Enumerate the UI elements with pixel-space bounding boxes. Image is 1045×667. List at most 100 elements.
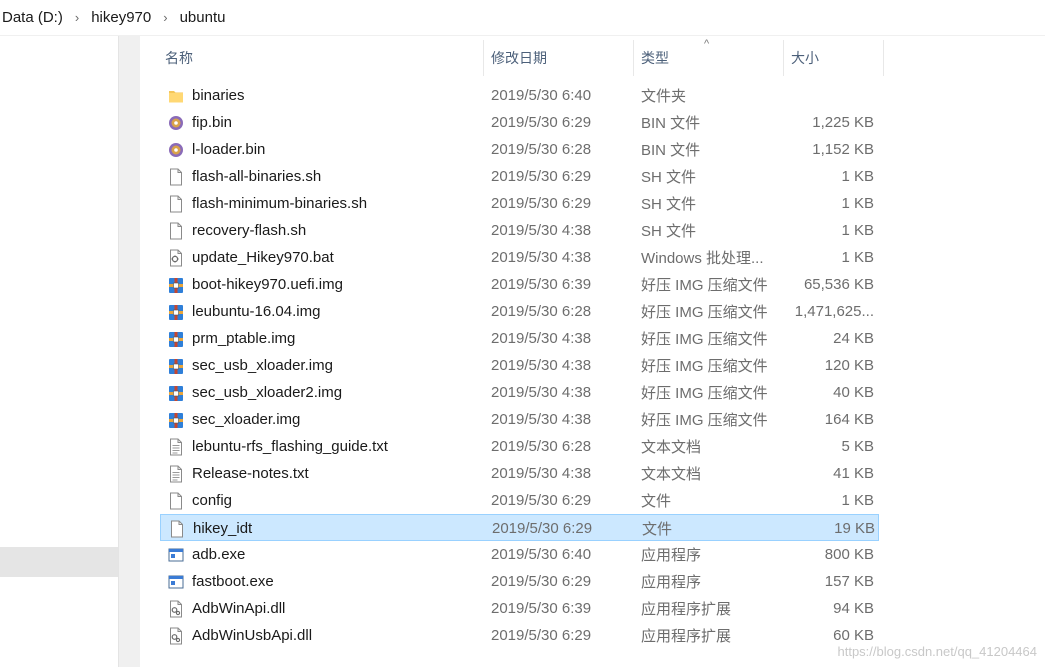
disc-image-icon: [166, 109, 186, 136]
file-type: 文件: [641, 493, 672, 510]
file-row[interactable]: flash-minimum-binaries.sh 2019/5/30 6:29 S…: [160, 190, 879, 217]
file-type: 好压 IMG 压缩文件: [641, 277, 768, 294]
file-size: 1 KB: [841, 222, 874, 239]
file-name: Release-notes.txt: [192, 465, 309, 482]
file-row[interactable]: prm_ptable.img 2019/5/30 4:38 好压 IMG 压缩文件 2…: [160, 325, 879, 352]
blank-file-icon: [166, 487, 186, 514]
file-date-modified: 2019/5/30 4:38: [491, 465, 592, 482]
file-date-modified: 2019/5/30 6:39: [491, 600, 592, 617]
file-type: 好压 IMG 压缩文件: [641, 331, 768, 348]
blank-file-icon: [166, 163, 186, 190]
sort-indicator-icon: ^: [704, 38, 710, 50]
disc-image-icon: [166, 136, 186, 163]
file-size: 120 KB: [824, 357, 874, 374]
file-date-modified: 2019/5/30 6:29: [491, 114, 592, 131]
file-name: config: [192, 492, 233, 509]
file-type: 好压 IMG 压缩文件: [641, 358, 768, 375]
file-size: 1 KB: [841, 195, 874, 212]
file-row[interactable]: fastboot.exe 2019/5/30 6:29 应用程序 157 KB: [160, 568, 879, 595]
file-size: 1,152 KB: [812, 141, 874, 158]
navigation-pane[interactable]: [0, 36, 118, 667]
archive-icon: [166, 352, 186, 379]
file-name: sec_xloader.img: [192, 411, 301, 428]
file-row[interactable]: boot-hikey970.uefi.img 2019/5/30 6:39 好压 I…: [160, 271, 879, 298]
column-header-name[interactable]: 名称: [158, 40, 484, 76]
blank-file-icon: [166, 190, 186, 217]
file-row[interactable]: AdbWinApi.dll 2019/5/30 6:39 应用程序扩展 94 KB: [160, 595, 879, 622]
file-type: 应用程序: [641, 574, 702, 591]
file-name: AdbWinUsbApi.dll: [192, 627, 313, 644]
file-row[interactable]: sec_xloader.img 2019/5/30 4:38 好压 IMG 压缩文件…: [160, 406, 879, 433]
file-date-modified: 2019/5/30 6:29: [491, 195, 592, 212]
blank-file-icon: [167, 515, 187, 542]
file-name: lebuntu-rfs_flashing_guide.txt: [192, 438, 388, 455]
file-row[interactable]: update_Hikey970.bat 2019/5/30 4:38 Windows…: [160, 244, 879, 271]
file-row[interactable]: sec_usb_xloader2.img 2019/5/30 4:38 好压 IMG…: [160, 379, 879, 406]
column-header-date[interactable]: 修改日期: [484, 40, 634, 76]
file-size: 24 KB: [833, 330, 874, 347]
chevron-right-icon[interactable]: ›: [163, 10, 167, 25]
file-row[interactable]: flash-all-binaries.sh 2019/5/30 6:29 SH 文件…: [160, 163, 879, 190]
file-date-modified: 2019/5/30 6:29: [491, 573, 592, 590]
file-name: flash-all-binaries.sh: [192, 168, 322, 185]
archive-icon: [166, 271, 186, 298]
file-name: prm_ptable.img: [192, 330, 296, 347]
breadcrumb-folder-hikey970[interactable]: hikey970: [89, 9, 153, 26]
file-size: 1 KB: [841, 249, 874, 266]
file-name: sec_usb_xloader2.img: [192, 384, 343, 401]
file-name: fip.bin: [192, 114, 233, 131]
file-date-modified: 2019/5/30 4:38: [491, 357, 592, 374]
file-row[interactable]: leubuntu-16.04.img 2019/5/30 6:28 好压 IMG 压…: [160, 298, 879, 325]
file-size: 40 KB: [833, 384, 874, 401]
file-name: update_Hikey970.bat: [192, 249, 334, 266]
file-name: l-loader.bin: [192, 141, 266, 158]
file-row[interactable]: l-loader.bin 2019/5/30 6:28 BIN 文件 1,152 KB: [160, 136, 879, 163]
file-row[interactable]: config 2019/5/30 6:29 文件 1 KB: [160, 487, 879, 514]
file-row[interactable]: lebuntu-rfs_flashing_guide.txt 2019/5/30 …: [160, 433, 879, 460]
file-name: sec_usb_xloader.img: [192, 357, 333, 374]
file-row[interactable]: Release-notes.txt 2019/5/30 4:38 文本文档 41 KB: [160, 460, 879, 487]
exe-icon: [166, 568, 186, 595]
archive-icon: [166, 379, 186, 406]
file-row[interactable]: hikey_idt 2019/5/30 6:29 文件 19 KB: [160, 514, 879, 541]
column-header-row: 名称 修改日期 类型 大小 ^: [158, 38, 888, 76]
chevron-right-icon[interactable]: ›: [75, 10, 79, 25]
file-type: BIN 文件: [641, 142, 701, 159]
file-date-modified: 2019/5/30 4:38: [491, 222, 592, 239]
breadcrumb-drive[interactable]: Data (D:): [0, 9, 65, 26]
file-type: BIN 文件: [641, 115, 701, 132]
file-row[interactable]: sec_usb_xloader.img 2019/5/30 4:38 好压 IMG …: [160, 352, 879, 379]
file-size: 164 KB: [824, 411, 874, 428]
file-date-modified: 2019/5/30 4:38: [491, 330, 592, 347]
breadcrumb-folder-ubuntu[interactable]: ubuntu: [178, 9, 228, 26]
navigation-scrollbar[interactable]: [118, 36, 140, 667]
file-type: 文本文档: [641, 466, 702, 483]
file-size: 1,225 KB: [812, 114, 874, 131]
file-row[interactable]: AdbWinUsbApi.dll 2019/5/30 6:29 应用程序扩展 60 K…: [160, 622, 879, 649]
file-name: binaries: [192, 87, 245, 104]
file-row[interactable]: binaries 2019/5/30 6:40 文件夹: [160, 82, 879, 109]
file-type: Windows 批处理...: [641, 250, 764, 267]
blank-file-icon: [166, 217, 186, 244]
file-type: 文件夹: [641, 88, 687, 105]
text-file-icon: [166, 433, 186, 460]
file-row[interactable]: fip.bin 2019/5/30 6:29 BIN 文件 1,225 KB: [160, 109, 879, 136]
file-row[interactable]: adb.exe 2019/5/30 6:40 应用程序 800 KB: [160, 541, 879, 568]
file-name: adb.exe: [192, 546, 246, 563]
column-header-size[interactable]: 大小: [784, 40, 884, 76]
file-name: fastboot.exe: [192, 573, 274, 590]
file-type: SH 文件: [641, 196, 697, 213]
file-type: 好压 IMG 压缩文件: [641, 412, 768, 429]
text-file-icon: [166, 460, 186, 487]
file-size: 1 KB: [841, 168, 874, 185]
archive-icon: [166, 406, 186, 433]
archive-icon: [166, 298, 186, 325]
file-row[interactable]: recovery-flash.sh 2019/5/30 4:38 SH 文件 1 KB: [160, 217, 879, 244]
file-type: 好压 IMG 压缩文件: [641, 304, 768, 321]
navigation-selected-item[interactable]: [0, 547, 118, 577]
address-breadcrumb: Data (D:) › hikey970 › ubuntu: [0, 0, 1045, 36]
file-type: 应用程序扩展: [641, 628, 732, 645]
file-size: 157 KB: [824, 573, 874, 590]
file-name: boot-hikey970.uefi.img: [192, 276, 343, 293]
file-date-modified: 2019/5/30 6:40: [491, 546, 592, 563]
